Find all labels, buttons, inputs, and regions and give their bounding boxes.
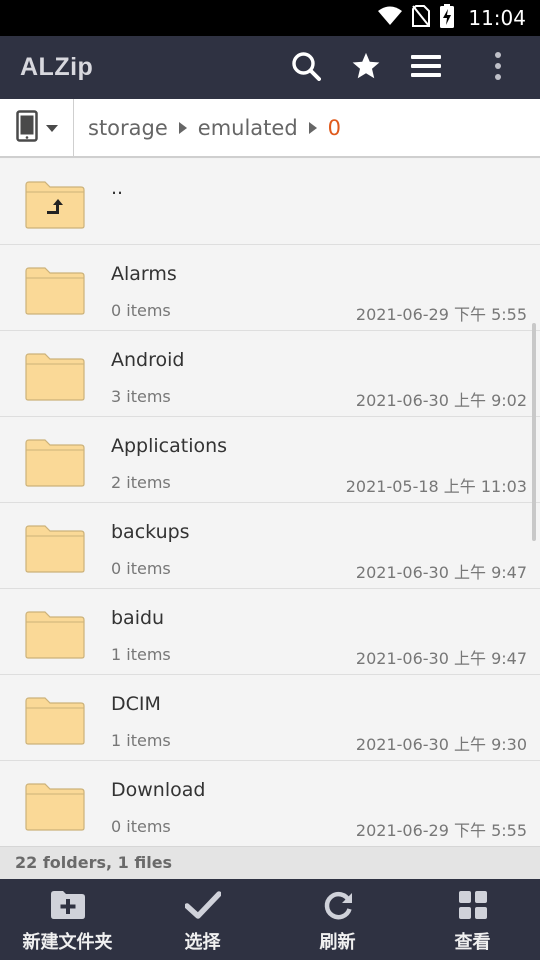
file-name: Android [111, 349, 185, 371]
no-sim-icon [412, 5, 431, 31]
new-folder-icon [0, 889, 135, 921]
file-name: backups [111, 521, 190, 543]
modified-date: 2021-06-30 上午 9:47 [355, 649, 527, 668]
item-count: 3 items [111, 387, 171, 406]
breadcrumb: storage emulated 0 [88, 99, 341, 156]
summary-bar: 22 folders, 1 files [0, 846, 540, 879]
phone-icon [15, 109, 38, 146]
folder-icon [25, 783, 85, 831]
breadcrumb-current[interactable]: 0 [328, 116, 341, 140]
breadcrumb-separator-icon [178, 121, 187, 134]
status-time: 11:04 [468, 6, 526, 30]
modified-date: 2021-06-30 上午 9:47 [355, 563, 527, 582]
item-count: 2 items [111, 473, 171, 492]
file-name: .. [111, 177, 124, 199]
list-scrollbar[interactable] [532, 323, 536, 541]
folder-icon [25, 611, 85, 659]
new-folder-label: 新建文件夹 [22, 932, 113, 953]
folder-row-backups[interactable]: backups 0 items 2021-06-30 上午 9:47 [0, 503, 540, 589]
bottom-toolbar: 新建文件夹 选择 刷新 查看 [0, 879, 540, 960]
folder-row-dcim[interactable]: DCIM 1 items 2021-06-30 上午 9:30 [0, 675, 540, 761]
file-name: baidu [111, 607, 165, 629]
modified-date: 2021-06-29 下午 5:55 [355, 821, 527, 840]
folder-file-count: 22 folders, 1 files [15, 853, 173, 872]
file-name: Applications [111, 435, 228, 457]
folder-icon [25, 353, 85, 401]
refresh-button[interactable]: 刷新 [270, 879, 405, 960]
app-bar: ALZip [0, 36, 540, 99]
refresh-icon [270, 889, 405, 921]
folder-row-alarms[interactable]: Alarms 0 items 2021-06-29 下午 5:55 [0, 245, 540, 331]
folder-icon [25, 439, 85, 487]
file-name: Download [111, 779, 206, 801]
folder-icon [25, 267, 85, 315]
folder-icon [25, 525, 85, 573]
modified-date: 2021-05-18 上午 11:03 [345, 477, 527, 496]
path-bar: storage emulated 0 [0, 99, 540, 158]
view-mode-button[interactable]: 查看 [405, 879, 540, 960]
folder-row-applications[interactable]: Applications 2 items 2021-05-18 上午 11:03 [0, 417, 540, 503]
overflow-menu-button[interactable] [478, 48, 518, 88]
parent-folder-row[interactable]: .. [0, 159, 540, 245]
new-folder-button[interactable]: 新建文件夹 [0, 879, 135, 960]
search-button[interactable] [286, 48, 326, 88]
search-icon [291, 51, 321, 85]
refresh-label: 刷新 [319, 932, 356, 953]
item-count: 0 items [111, 559, 171, 578]
app-title: ALZip [20, 53, 94, 81]
storage-selector[interactable] [0, 99, 74, 156]
folder-icon [25, 697, 85, 745]
check-icon [135, 889, 270, 921]
grid-view-icon [405, 889, 540, 921]
file-list: .. Alarms 0 items 2021-06-29 下午 5:55 And… [0, 159, 540, 846]
view-label: 查看 [454, 932, 491, 953]
star-icon [351, 51, 381, 85]
file-name: Alarms [111, 263, 177, 285]
battery-charging-icon [440, 4, 455, 32]
modified-date: 2021-06-30 上午 9:30 [355, 735, 527, 754]
select-button[interactable]: 选择 [135, 879, 270, 960]
item-count: 1 items [111, 645, 171, 664]
folder-row-download[interactable]: Download 0 items 2021-06-29 下午 5:55 [0, 761, 540, 846]
more-vert-icon [493, 51, 503, 85]
modified-date: 2021-06-29 下午 5:55 [355, 305, 527, 324]
item-count: 0 items [111, 301, 171, 320]
dropdown-arrow-icon [45, 118, 58, 137]
wifi-icon [378, 6, 403, 30]
modified-date: 2021-06-30 上午 9:02 [355, 391, 527, 410]
menu-icon [411, 54, 441, 82]
status-bar: 11:04 [0, 0, 540, 36]
bookmarks-button[interactable] [346, 48, 386, 88]
file-name: DCIM [111, 693, 161, 715]
folder-up-icon [25, 181, 85, 229]
list-menu-button[interactable] [406, 48, 446, 88]
breadcrumb-separator-icon [308, 121, 317, 134]
item-count: 1 items [111, 731, 171, 750]
select-label: 选择 [184, 932, 221, 953]
breadcrumb-emulated[interactable]: emulated [198, 116, 298, 140]
breadcrumb-storage[interactable]: storage [88, 116, 168, 140]
folder-row-baidu[interactable]: baidu 1 items 2021-06-30 上午 9:47 [0, 589, 540, 675]
item-count: 0 items [111, 817, 171, 836]
folder-row-android[interactable]: Android 3 items 2021-06-30 上午 9:02 [0, 331, 540, 417]
